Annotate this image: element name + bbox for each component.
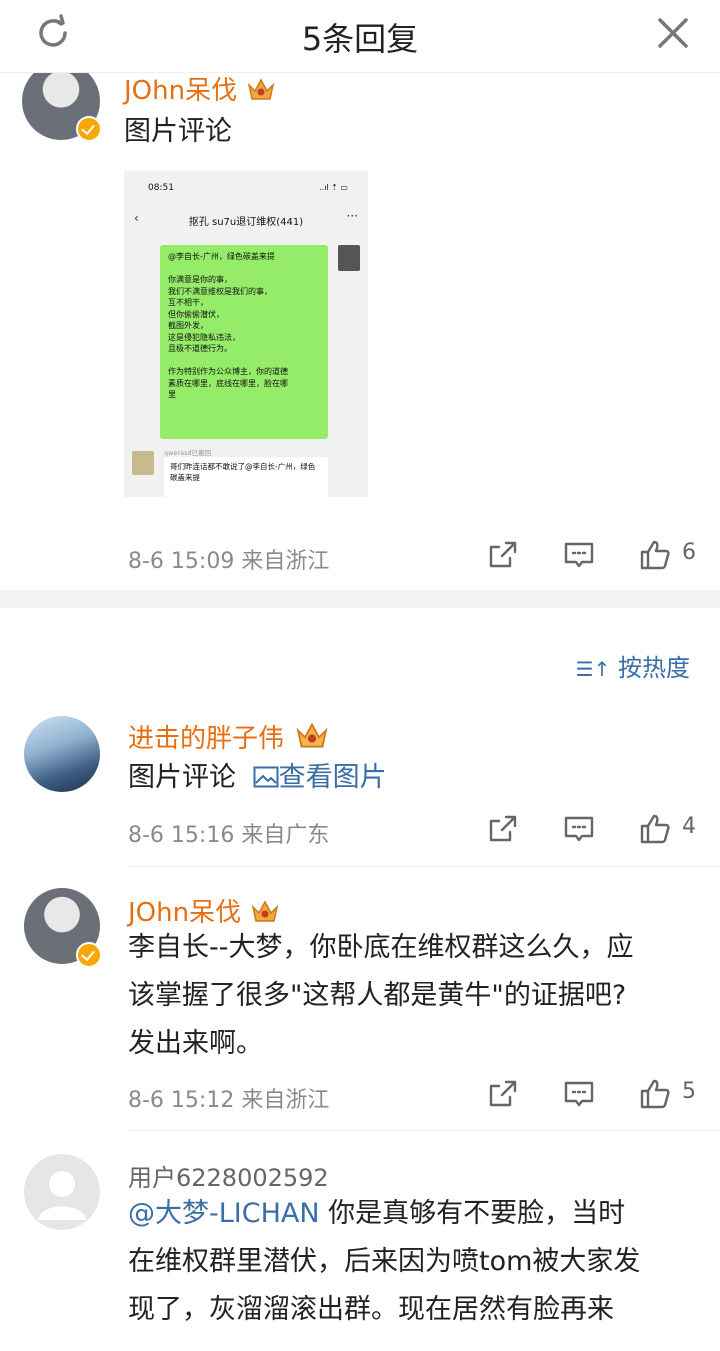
- comment-icon[interactable]: [562, 1077, 596, 1111]
- comment-text: 图片评论: [124, 116, 232, 147]
- share-icon[interactable]: [486, 1077, 520, 1111]
- share-icon[interactable]: [486, 812, 520, 846]
- bubble-line: 里: [168, 390, 176, 399]
- default-avatar-icon: [38, 1171, 86, 1220]
- mention-link[interactable]: @大梦-LICHAN: [128, 1198, 320, 1229]
- bubble-line: [168, 263, 320, 275]
- avatar[interactable]: [24, 1154, 100, 1230]
- reply-meta: 8-6 15:12 来自浙江: [128, 1088, 330, 1113]
- divider: [128, 1130, 720, 1131]
- sort-label: 按热度: [618, 654, 690, 682]
- comment-image[interactable]: 08:51 ..ıl ⇡ ▭ ‹ 抠孔 su7u退订维权(441) ··· @李…: [124, 171, 368, 497]
- chat-reply: 哥们昨连话都不敢说了@李自长-广州，绿色碳盖来提: [164, 457, 328, 497]
- bubble-line: 我们不满意维权是我们的事，: [168, 286, 272, 296]
- chat-avatar: [132, 451, 154, 475]
- group-title: 抠孔 su7u退订维权(441): [188, 217, 304, 228]
- section-divider: [0, 590, 720, 608]
- divider: [128, 866, 720, 867]
- bubble-line: 作为特别作为公众博主，你的道德: [168, 367, 288, 376]
- username-text[interactable]: JOhn呆伐: [124, 76, 237, 106]
- reply-text-content: 图片评论: [128, 762, 236, 793]
- like-icon[interactable]: [638, 538, 672, 572]
- share-icon[interactable]: [486, 538, 520, 572]
- text-line: 你是真够有不要脸，当时: [319, 1198, 626, 1229]
- chat-avatar: [338, 245, 360, 271]
- view-image-label[interactable]: 查看图片: [279, 762, 387, 793]
- like-icon[interactable]: [638, 812, 672, 846]
- crown-icon: [296, 722, 328, 748]
- comment-username[interactable]: JOhn呆伐: [124, 70, 275, 107]
- reply-text: @大梦-LICHAN 你是真够有不要脸，当时 在维权群里潜伏，后来因为喷tom被…: [128, 1190, 708, 1334]
- avatar[interactable]: [24, 716, 100, 792]
- like-count: 6: [682, 540, 696, 565]
- bubble-line: 这是侵犯隐私违法，: [168, 332, 240, 342]
- image-icon: [253, 766, 279, 788]
- like-icon[interactable]: [638, 1077, 672, 1111]
- text-line: 在维权群里潜伏，后来因为喷tom被大家发: [128, 1246, 641, 1277]
- reply-header: 5条回复: [0, 0, 720, 73]
- reply-username[interactable]: 用户6228002592: [128, 1158, 329, 1193]
- like-count: 5: [682, 1079, 696, 1104]
- more-icon: ···: [346, 209, 358, 223]
- text-line: 发出来啊。: [128, 1028, 263, 1059]
- page-title: 5条回复: [301, 20, 419, 58]
- comment-meta: 8-6 15:09 来自浙江: [128, 549, 330, 574]
- bubble-line: [168, 355, 320, 367]
- text-line: 该掌握了很多"这帮人都是黄牛"的证据吧?: [128, 980, 627, 1011]
- crown-icon: [247, 78, 275, 100]
- crown-icon: [251, 900, 279, 922]
- sort-button[interactable]: ☰↑ 按热度: [576, 648, 690, 683]
- reply-actions: 4: [486, 812, 716, 852]
- reply-meta: 8-6 15:16 来自广东: [128, 823, 330, 848]
- sort-icon: ☰↑: [575, 657, 611, 681]
- comment-actions: 6: [486, 538, 716, 578]
- comment-icon[interactable]: [562, 538, 596, 572]
- screenshot-time: 08:51: [148, 183, 174, 193]
- bubble-line: 但你偷偷潜伏，: [168, 309, 224, 319]
- chat-bubble: @李自长-广州，绿色碳盖来提 你满意是你的事， 我们不满意维权是我们的事， 互不…: [160, 245, 328, 439]
- bubble-line: 你满意是你的事，: [168, 275, 232, 284]
- bubble-line: @李自长-广州，绿色碳盖来提: [168, 252, 275, 261]
- like-count: 4: [682, 814, 696, 839]
- chat-nickname: qwerasd已撤回: [164, 449, 212, 457]
- bubble-line: 素质在哪里，底线在哪里，脸在哪: [168, 378, 288, 388]
- bubble-line: 截图外发，: [168, 321, 208, 330]
- text-line: 现了，灰溜溜滚出群。现在居然有脸再来: [128, 1294, 614, 1325]
- reply-username[interactable]: 进击的胖子伟: [128, 718, 330, 755]
- view-image-link[interactable]: 查看图片: [245, 762, 387, 793]
- reply-actions: 5: [486, 1077, 716, 1117]
- reply-text: 图片评论 查看图片: [128, 754, 387, 802]
- text-line: 李自长--大梦，你卧底在维权群这么久，应: [128, 932, 634, 963]
- verified-badge-icon: [76, 116, 102, 142]
- verified-badge-icon: [76, 942, 102, 968]
- bubble-line: 且极不道德行为。: [168, 344, 232, 353]
- comment-icon[interactable]: [562, 812, 596, 846]
- close-icon[interactable]: [652, 12, 694, 54]
- username-text[interactable]: 进击的胖子伟: [128, 724, 284, 754]
- bubble-line: 互不相干，: [168, 298, 208, 307]
- status-icons: ..ıl ⇡ ▭: [319, 183, 348, 192]
- reply-text: 李自长--大梦，你卧底在维权群这么久，应 该掌握了很多"这帮人都是黄牛"的证据吧…: [128, 924, 634, 1068]
